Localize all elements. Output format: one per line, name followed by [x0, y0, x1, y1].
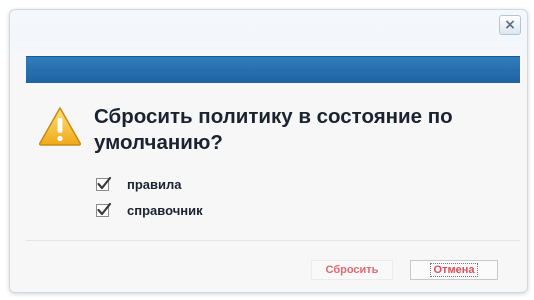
dialog-title-bar[interactable]	[26, 56, 520, 83]
close-button[interactable]: ×	[499, 15, 521, 35]
checkbox-rules[interactable]	[96, 176, 112, 192]
footer-divider	[26, 240, 520, 241]
cancel-button[interactable]: Отмена	[410, 260, 498, 280]
reset-button[interactable]: Сбросить	[311, 260, 393, 280]
warning-triangle-icon	[38, 107, 82, 146]
checkbox-directory[interactable]	[96, 202, 112, 218]
option-rules-label: правила	[127, 176, 182, 192]
dialog-question: Сбросить политику в состояние по умолчан…	[94, 105, 453, 154]
option-directory-label: справочник	[127, 202, 203, 218]
close-icon: ×	[504, 17, 516, 33]
cancel-button-label: Отмена	[429, 263, 479, 277]
option-rules[interactable]: правила	[96, 174, 182, 194]
option-directory[interactable]: справочник	[96, 200, 203, 220]
